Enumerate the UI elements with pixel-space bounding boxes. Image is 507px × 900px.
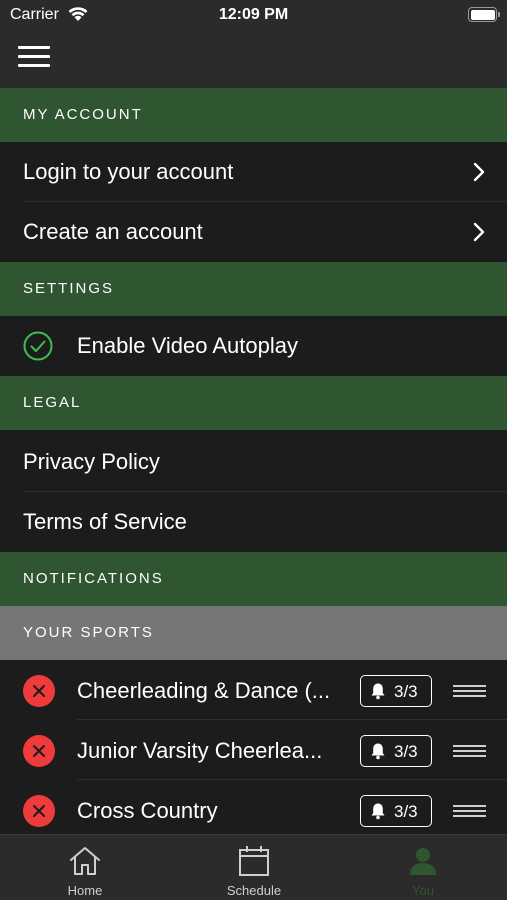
notification-settings-button[interactable]: 3/3 — [360, 675, 432, 707]
video-autoplay-toggle[interactable]: Enable Video Autoplay — [0, 316, 507, 376]
navigation-bar — [0, 30, 507, 88]
login-label: Login to your account — [23, 159, 234, 184]
bell-icon — [371, 743, 385, 760]
sport-name: Cross Country — [77, 798, 218, 823]
notification-count: 3/3 — [394, 682, 418, 701]
chevron-right-icon — [473, 222, 485, 242]
terms-of-service-row[interactable]: Terms of Service — [0, 492, 507, 552]
tab-label: Home — [67, 883, 103, 898]
video-autoplay-label: Enable Video Autoplay — [77, 333, 298, 358]
sport-row: Cheerleading & Dance (... 3/3 — [0, 660, 507, 720]
sport-name: Junior Varsity Cheerlea... — [77, 738, 323, 763]
home-icon — [70, 847, 100, 875]
notification-count: 3/3 — [394, 802, 418, 821]
section-label: NOTIFICATIONS — [23, 570, 164, 587]
sport-row: Junior Varsity Cheerlea... 3/3 — [0, 720, 507, 780]
tab-label: You — [412, 883, 434, 898]
bell-icon — [371, 803, 385, 820]
drag-handle-icon[interactable] — [453, 805, 486, 817]
section-my-account: MY ACCOUNT — [0, 88, 507, 142]
drag-handle-icon[interactable] — [453, 745, 486, 757]
section-label: SETTINGS — [23, 280, 115, 297]
notification-settings-button[interactable]: 3/3 — [360, 795, 432, 827]
section-legal: LEGAL — [0, 376, 507, 430]
section-label: MY ACCOUNT — [23, 106, 143, 123]
create-account-row[interactable]: Create an account — [0, 202, 507, 262]
checkmark-circle-icon[interactable] — [23, 331, 53, 361]
person-icon — [410, 848, 436, 875]
close-icon — [33, 745, 45, 757]
sport-name: Cheerleading & Dance (... — [77, 678, 331, 703]
tab-label: Schedule — [226, 883, 282, 898]
section-label: YOUR SPORTS — [23, 624, 154, 641]
remove-sport-button[interactable] — [23, 675, 55, 707]
section-your-sports: YOUR SPORTS — [0, 606, 507, 660]
remove-sport-button[interactable] — [23, 735, 55, 767]
privacy-policy-row[interactable]: Privacy Policy — [0, 432, 507, 492]
login-row[interactable]: Login to your account — [0, 142, 507, 202]
section-settings: SETTINGS — [0, 262, 507, 316]
close-icon — [33, 805, 45, 817]
tab-home[interactable]: Home — [25, 835, 145, 900]
remove-sport-button[interactable] — [23, 795, 55, 827]
tab-bar: Home Schedule You — [0, 834, 507, 900]
menu-icon[interactable] — [18, 46, 50, 68]
status-time: 12:09 PM — [218, 6, 289, 23]
close-icon — [33, 685, 45, 697]
chevron-right-icon — [473, 162, 485, 182]
calendar-icon — [239, 846, 269, 876]
privacy-policy-label: Privacy Policy — [23, 449, 160, 474]
create-account-label: Create an account — [23, 219, 203, 244]
section-notifications: NOTIFICATIONS — [0, 552, 507, 606]
drag-handle-icon[interactable] — [453, 685, 486, 697]
tab-schedule[interactable]: Schedule — [194, 835, 314, 900]
section-label: LEGAL — [23, 394, 82, 411]
bell-icon — [371, 683, 385, 700]
status-bar: Carrier 12:09 PM — [0, 0, 507, 30]
battery-icon — [468, 7, 500, 22]
terms-of-service-label: Terms of Service — [23, 509, 187, 534]
notification-settings-button[interactable]: 3/3 — [360, 735, 432, 767]
sport-row: Cross Country 3/3 — [0, 780, 507, 840]
tab-you[interactable]: You — [363, 835, 483, 900]
notification-count: 3/3 — [394, 742, 418, 761]
